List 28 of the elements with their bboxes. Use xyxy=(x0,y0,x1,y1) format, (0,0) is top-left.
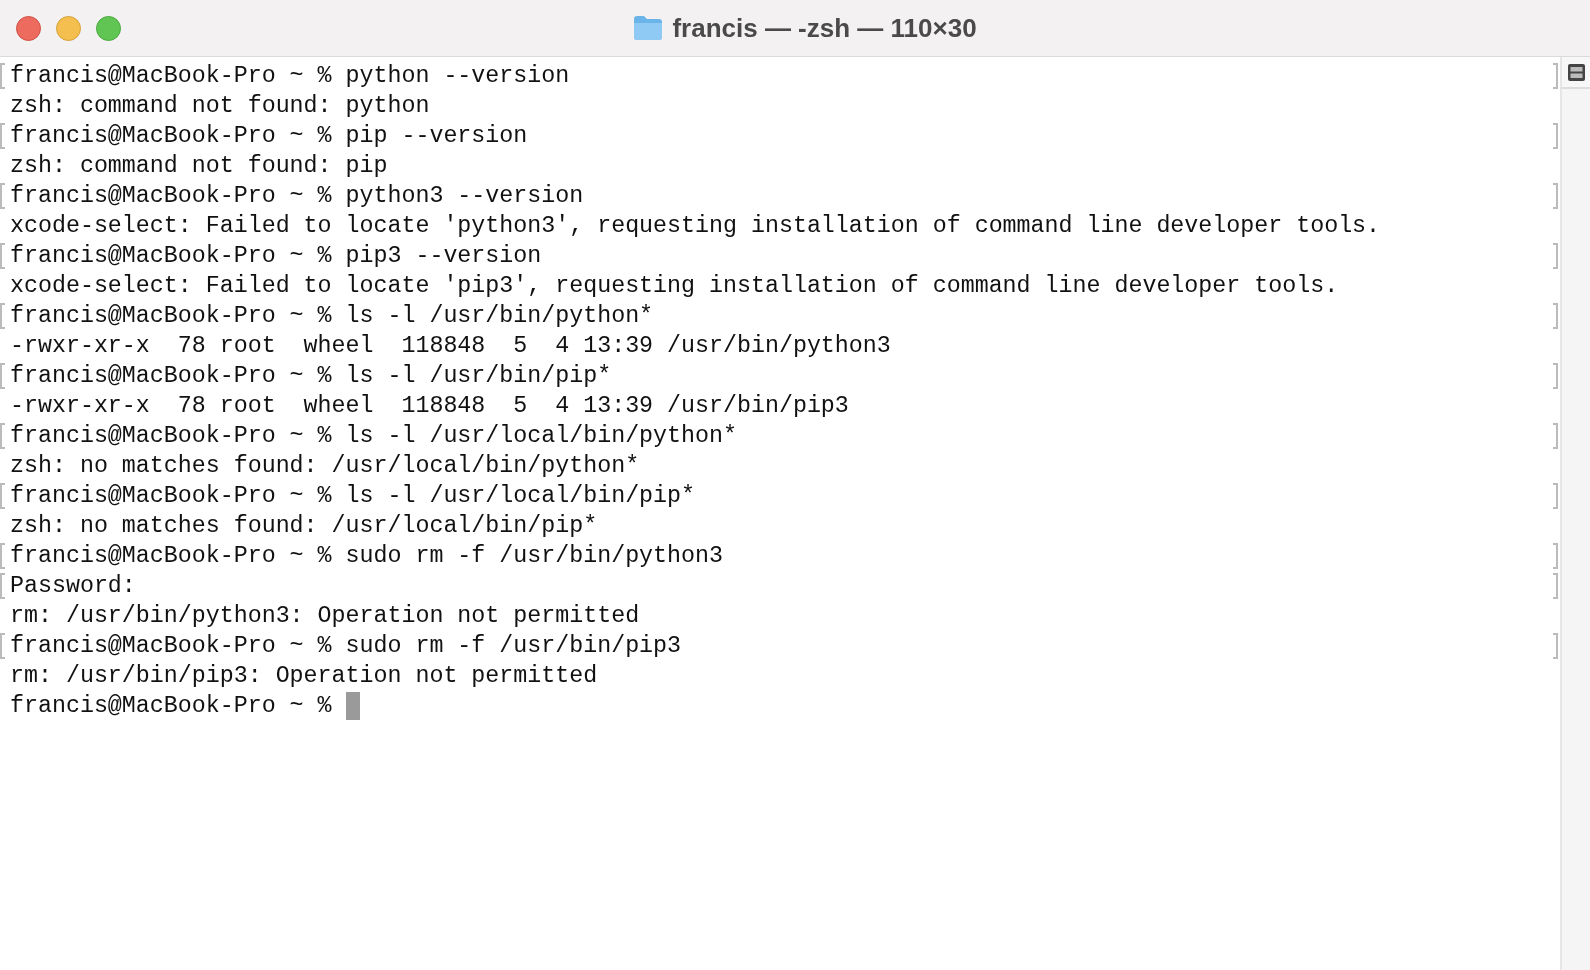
terminal-line: zsh: command not found: python xyxy=(10,93,430,119)
terminal-line: zsh: no matches found: /usr/local/bin/pip* xyxy=(10,513,598,539)
terminal-line: rm: /usr/bin/python3: Operation not permitted xyxy=(10,603,640,629)
terminal-line: francis@MacBook-Pro ~ % python --version xyxy=(10,63,570,89)
terminal-line: francis@MacBook-Pro ~ % ls -l /usr/local/bin/python* xyxy=(10,423,737,449)
terminal-line: zsh: command not found: pip xyxy=(10,153,388,179)
close-button[interactable] xyxy=(16,16,41,41)
terminal-line: francis@MacBook-Pro ~ % ls -l /usr/bin/python* xyxy=(10,303,654,329)
split-pane-icon[interactable] xyxy=(1567,63,1585,81)
terminal-line: zsh: no matches found: /usr/local/bin/python* xyxy=(10,453,640,479)
terminal-line: rm: /usr/bin/pip3: Operation not permitted xyxy=(10,663,598,689)
folder-icon xyxy=(633,15,664,41)
window-title: francis — -zsh — 110×30 xyxy=(672,12,977,44)
terminal-line: xcode-select: Failed to locate 'python3', requesting installation of command line developer tools. xyxy=(10,213,1381,239)
terminal-line: francis@MacBook-Pro ~ % pip3 --version xyxy=(10,243,542,269)
terminal-line: -rwxr-xr-x 78 root wheel 118848 5 4 13:39 /usr/bin/python3 xyxy=(10,333,891,359)
terminal-line: Password: xyxy=(10,573,136,599)
terminal-line: francis@MacBook-Pro ~ % python3 --version xyxy=(10,183,584,209)
terminal-line: francis@MacBook-Pro ~ % sudo rm -f /usr/bin/pip3 xyxy=(10,633,682,659)
terminal-line: xcode-select: Failed to locate 'pip3', requesting installation of command line developer tools. xyxy=(10,273,1339,299)
terminal-prompt: francis@MacBook-Pro ~ % xyxy=(10,693,332,719)
terminal-line: francis@MacBook-Pro ~ % ls -l /usr/local/bin/pip* xyxy=(10,483,696,509)
zoom-button[interactable] xyxy=(96,16,121,41)
terminal-line: francis@MacBook-Pro ~ % pip --version xyxy=(10,123,528,149)
terminal-line: francis@MacBook-Pro ~ % ls -l /usr/bin/pip* xyxy=(10,363,612,389)
minimize-button[interactable] xyxy=(56,16,81,41)
terminal-line: francis@MacBook-Pro ~ % sudo rm -f /usr/bin/python3 xyxy=(10,543,723,569)
terminal-line: -rwxr-xr-x 78 root wheel 118848 5 4 13:39 /usr/bin/pip3 xyxy=(10,393,849,419)
